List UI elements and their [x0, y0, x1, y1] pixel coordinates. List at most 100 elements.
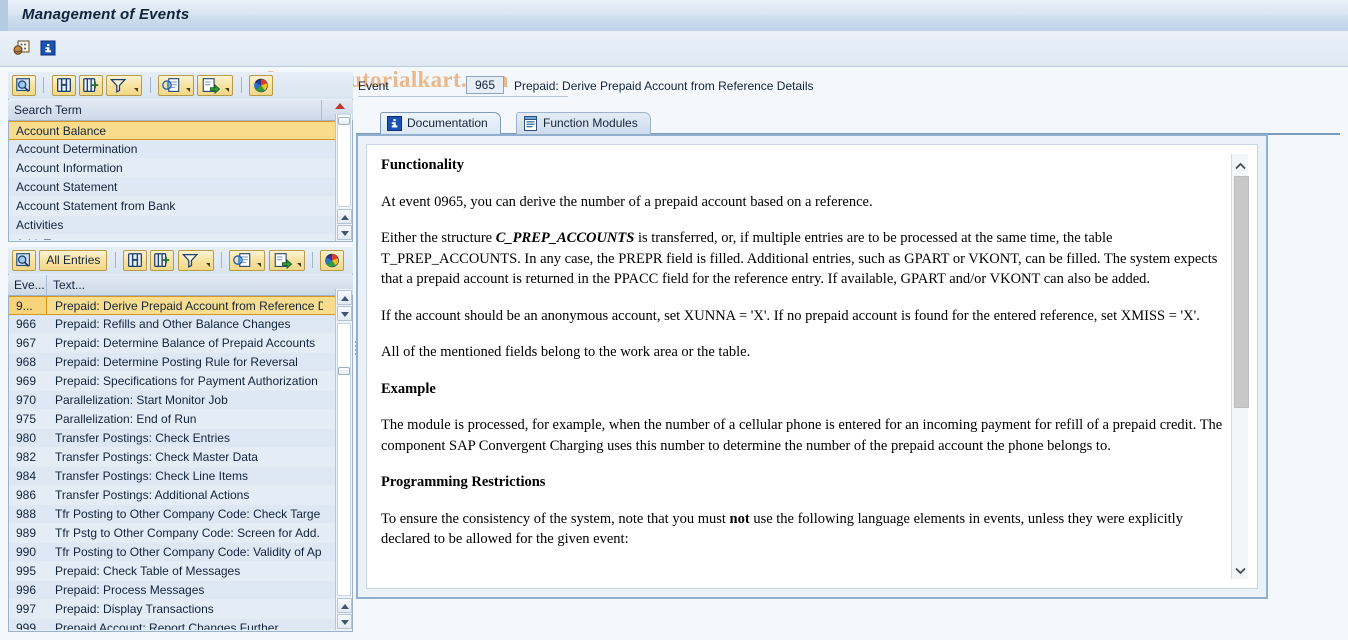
column-search-term[interactable]: Search Term [8, 100, 322, 120]
event-number-input[interactable]: 965 [466, 76, 504, 94]
table-row[interactable]: 986 Transfer Postings: Additional Action… [9, 486, 335, 505]
row-event-text: Prepaid: Check Table of Messages [55, 564, 241, 578]
table-row[interactable]: 996 Prepaid: Process Messages [9, 581, 335, 600]
paragraph-1: At event 0965, you can derive the number… [381, 193, 873, 210]
print-preview-icon[interactable] [229, 250, 266, 271]
list-item[interactable]: Account Information [9, 159, 335, 178]
filter-icon[interactable] [106, 75, 143, 96]
filter-icon[interactable] [177, 250, 214, 271]
tab-documentation-label: Documentation [407, 116, 488, 130]
list-item[interactable]: Account Statement [9, 178, 335, 197]
search-term-scrollbar[interactable] [335, 114, 352, 241]
event-field-row: Event 965 Prepaid: Derive Prepaid Accoun… [356, 76, 1316, 98]
documentation-viewport[interactable]: Functionality At event 0965, you can der… [366, 144, 1258, 589]
heading-programming-restrictions: Programming Restrictions [381, 474, 546, 490]
chevron-down-icon[interactable] [1235, 564, 1246, 575]
find-next-icon[interactable] [79, 75, 104, 96]
scroll-up-button-bottom[interactable] [337, 598, 352, 613]
scroll-down-button-bottom[interactable] [337, 614, 352, 629]
detail-tabstrip: Documentation Function Modules [356, 112, 1340, 134]
documentation-scrollbar[interactable] [1231, 154, 1249, 579]
chevron-down-icon[interactable] [205, 263, 210, 267]
find-next-icon[interactable] [150, 250, 175, 271]
scrollbar-track[interactable] [337, 323, 351, 596]
toolbar-separator [221, 251, 223, 268]
scroll-down-button[interactable] [337, 225, 352, 240]
scrollbar-thumb[interactable] [338, 117, 350, 125]
table-row[interactable]: 997 Prepaid: Display Transactions [9, 600, 335, 619]
chevron-down-icon[interactable] [257, 263, 262, 267]
chevron-down-icon[interactable] [296, 263, 301, 267]
search-term-toolbar [8, 72, 353, 99]
export-icon[interactable] [197, 75, 234, 96]
scroll-up-button[interactable] [337, 209, 352, 224]
function-toolbar: © www.tutorialkart.com [0, 31, 1348, 92]
table-row[interactable]: 989 Tfr Pstg to Other Company Code: Scre… [9, 524, 335, 543]
list-item[interactable]: Add. Text [9, 235, 335, 240]
find-details-icon[interactable] [12, 75, 36, 96]
column-text[interactable]: Text... [47, 275, 322, 295]
row-event-id: 975 [16, 412, 37, 426]
list-item[interactable]: Account Determination [9, 140, 335, 159]
table-row[interactable]: 969 Prepaid: Specifications for Payment … [9, 372, 335, 391]
event-detail-panel: Event 965 Prepaid: Derive Prepaid Accoun… [356, 70, 1340, 632]
table-row[interactable]: 968 Prepaid: Determine Posting Rule for … [9, 353, 335, 372]
print-preview-icon[interactable] [158, 75, 195, 96]
table-row[interactable]: 990 Tfr Posting to Other Company Code: V… [9, 543, 335, 562]
generate-objects-icon[interactable] [13, 39, 31, 57]
list-item[interactable]: Activities [9, 216, 335, 235]
table-row[interactable]: 995 Prepaid: Check Table of Messages [9, 562, 335, 581]
search-term-list[interactable]: Account Balance Account Determination Ac… [9, 121, 335, 240]
table-row[interactable]: 988 Tfr Posting to Other Company Code: C… [9, 505, 335, 524]
toolbar-separator [149, 76, 151, 93]
row-event-id: 986 [16, 488, 37, 502]
documentation-text: Functionality At event 0965, you can der… [381, 155, 1223, 566]
scrollbar-thumb[interactable] [338, 367, 350, 375]
list-document-icon [523, 116, 538, 131]
find-icon[interactable] [51, 75, 76, 96]
scroll-up-button-top[interactable] [337, 290, 352, 305]
list-item[interactable]: Account Statement from Bank [9, 197, 335, 216]
find-details-icon[interactable] [12, 250, 36, 271]
scroll-down-button-top[interactable] [337, 306, 352, 321]
emphasis-not: not [729, 510, 750, 527]
scrollbar-track[interactable] [337, 114, 351, 207]
information-icon[interactable] [39, 39, 57, 57]
table-row[interactable]: 982 Transfer Postings: Check Master Data [9, 448, 335, 467]
search-term-column-header[interactable]: Search Term [8, 100, 353, 121]
table-row[interactable]: 966 Prepaid: Refills and Other Balance C… [9, 315, 335, 334]
scrollbar-thumb[interactable] [1234, 176, 1249, 408]
list-item-label: Account Balance [16, 124, 107, 138]
row-event-id: 966 [16, 317, 37, 331]
chevron-down-icon[interactable] [186, 88, 191, 92]
table-row[interactable]: 9... Prepaid: Derive Prepaid Account fro… [9, 296, 335, 315]
event-list-scrollbar[interactable] [335, 289, 352, 630]
table-row[interactable]: 980 Transfer Postings: Check Entries [9, 429, 335, 448]
settings-ball-icon[interactable] [249, 75, 274, 96]
toolbar-separator [240, 76, 242, 93]
settings-ball-icon[interactable] [320, 250, 345, 271]
row-event-id: 988 [16, 507, 37, 521]
all-entries-button[interactable]: All Entries [39, 250, 108, 271]
list-item[interactable]: Account Balance [9, 121, 335, 140]
event-list-column-header[interactable]: Eve... Text... [8, 275, 353, 296]
toolbar-separator [43, 76, 45, 93]
tab-documentation[interactable]: Documentation [380, 112, 501, 134]
event-list[interactable]: 9... Prepaid: Derive Prepaid Account fro… [9, 296, 335, 630]
chevron-down-icon[interactable] [134, 88, 139, 92]
table-row[interactable]: 984 Transfer Postings: Check Line Items [9, 467, 335, 486]
table-row[interactable]: 975 Parallelization: End of Run [9, 410, 335, 429]
export-icon[interactable] [268, 250, 305, 271]
chevron-up-icon[interactable] [1235, 160, 1246, 170]
column-event[interactable]: Eve... [8, 275, 47, 295]
table-row[interactable]: 999 Prepaid Account: Report Changes Furt… [9, 619, 335, 630]
table-row[interactable]: 970 Parallelization: Start Monitor Job [9, 391, 335, 410]
find-icon[interactable] [123, 250, 148, 271]
event-field-label: Event [358, 79, 389, 93]
sort-ascending-icon [335, 103, 345, 109]
chevron-down-icon[interactable] [225, 88, 230, 92]
title-bar: Management of Events [0, 0, 1348, 32]
row-event-text: Prepaid: Determine Balance of Prepaid Ac… [55, 336, 316, 350]
table-row[interactable]: 967 Prepaid: Determine Balance of Prepai… [9, 334, 335, 353]
tab-function-modules[interactable]: Function Modules [516, 112, 651, 134]
